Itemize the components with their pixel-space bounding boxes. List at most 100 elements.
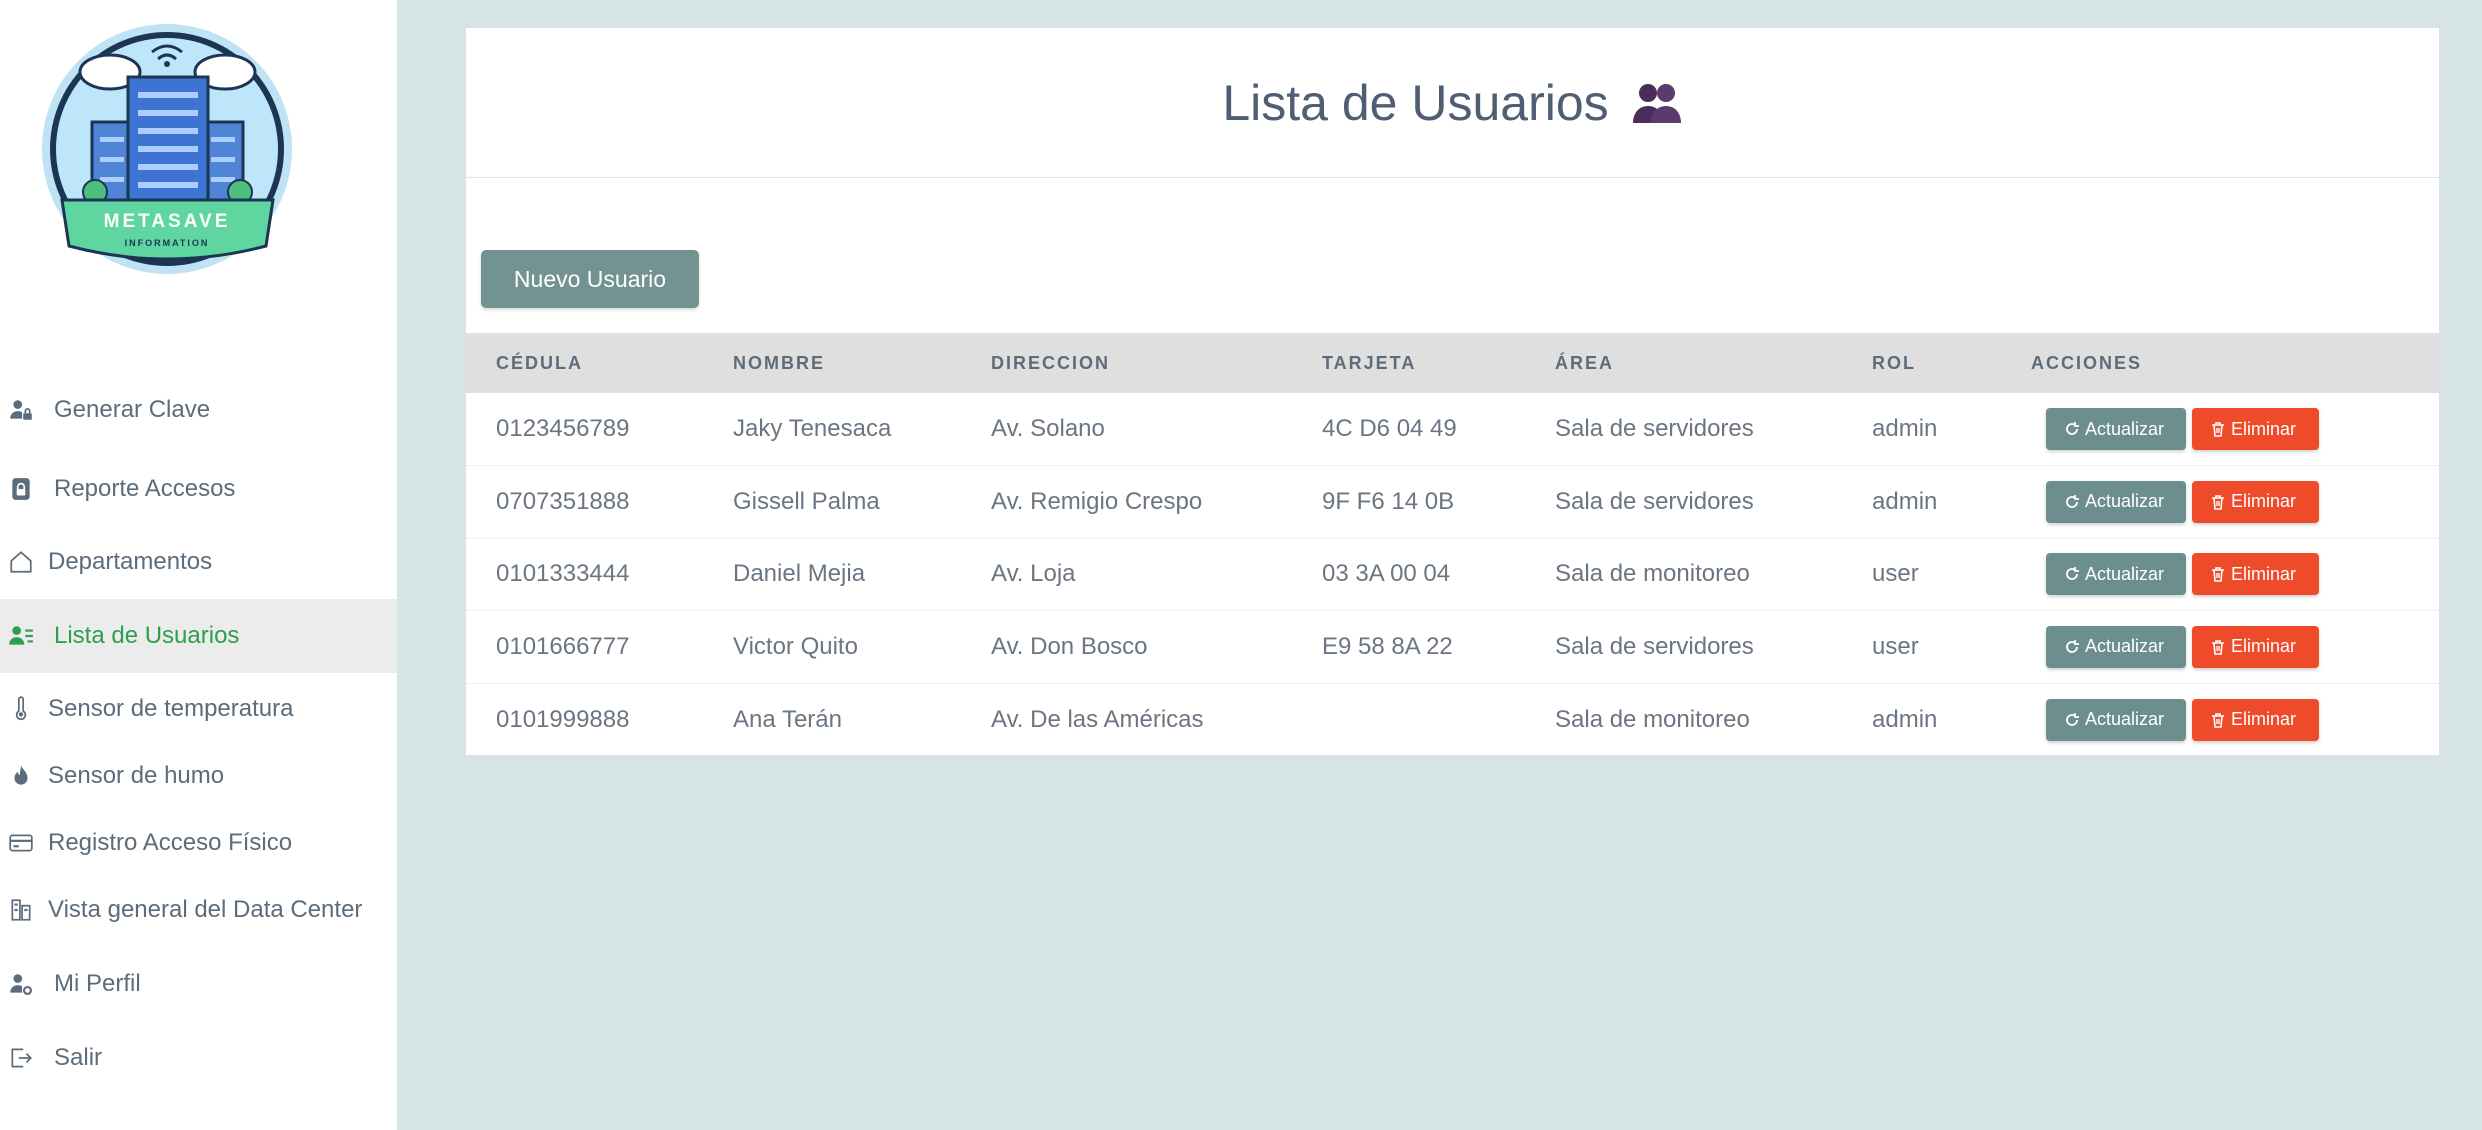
table-row: 0707351888 Gissell Palma Av. Remigio Cre… — [466, 466, 2439, 538]
sidebar-item-lista-de-usuarios[interactable]: Lista de Usuarios — [0, 599, 397, 673]
user-list-icon — [6, 621, 36, 651]
sidebar-item-registro-acceso-fisico[interactable]: Registro Acceso Físico — [0, 806, 397, 880]
cell-nombre: Jaky Tenesaca — [733, 415, 892, 442]
update-label: Actualizar — [2085, 563, 2165, 584]
trash-icon — [2212, 567, 2224, 583]
sidebar-item-sensor-humo[interactable]: Sensor de humo — [0, 739, 397, 813]
cell-rol: user — [1872, 632, 1919, 660]
building-icon — [6, 895, 36, 925]
update-button[interactable]: Actualizar — [2046, 698, 2186, 741]
cell-acciones: Actualizar Eliminar — [2031, 611, 2439, 684]
cell-rol: admin — [1872, 487, 1938, 515]
delete-label: Eliminar — [2231, 709, 2297, 729]
sidebar-item-salir[interactable]: Salir — [0, 1021, 397, 1095]
sidebar-item-label: Lista de Usuarios — [54, 622, 240, 649]
table-row: 0123456789 Jaky Tenesaca Av. Solano 4C D… — [466, 393, 2439, 466]
delete-button[interactable]: Eliminar — [2192, 698, 2319, 741]
table-row: 0101333444 Daniel Mejia Av. Loja 03 3A 0… — [466, 538, 2439, 611]
new-user-button[interactable]: Nuevo Usuario — [481, 250, 699, 308]
cell-direccion: Av. Remigio Crespo — [991, 487, 1203, 515]
delete-button[interactable]: Eliminar — [2192, 553, 2319, 596]
cell-direccion: Av. De las Américas — [991, 705, 1204, 733]
column-header: ACCIONES — [2031, 352, 2143, 373]
column-header: DIRECCION — [991, 352, 1111, 373]
column-header: ÁREA — [1555, 352, 1615, 373]
thermometer-icon — [6, 694, 36, 724]
update-label: Actualizar — [2085, 709, 2165, 729]
sidebar-item-departamentos[interactable]: Departamentos — [0, 525, 397, 599]
sidebar-item-label: Reporte Accesos — [54, 475, 236, 502]
cell-tarjeta: E9 58 8A 22 — [1322, 632, 1453, 660]
update-button[interactable]: Actualizar — [2046, 480, 2186, 523]
users-card: Lista de Usuarios Nuevo Usuario CÉDULA N… — [466, 28, 2439, 755]
sidebar-item-mi-perfil[interactable]: Mi Perfil — [0, 947, 397, 1021]
column-header: ROL — [1872, 352, 1916, 373]
fire-icon — [6, 761, 36, 791]
cell-area: Sala de monitoreo — [1555, 705, 1750, 733]
delete-label: Eliminar — [2231, 636, 2297, 657]
delete-label: Eliminar — [2231, 491, 2297, 512]
cell-rol: admin — [1872, 415, 1938, 442]
sidebar-item-reporte-accesos[interactable]: Reporte Accesos — [0, 452, 397, 526]
user-lock-icon — [6, 395, 36, 425]
cell-acciones: Actualizar Eliminar — [2031, 683, 2439, 756]
sidebar-item-label: Departamentos — [48, 548, 213, 575]
sidebar: METASAVE INFORMATION Generar Clave Repor… — [0, 0, 397, 1130]
cell-tarjeta: 03 3A 00 04 — [1322, 560, 1451, 588]
delete-label: Eliminar — [2231, 418, 2297, 439]
sidebar-item-label: Mi Perfil — [54, 970, 141, 997]
cell-cedula: 0123456789 — [496, 415, 630, 442]
card-icon — [6, 828, 36, 858]
refresh-icon — [2066, 639, 2079, 653]
column-header: TARJETA — [1322, 352, 1417, 373]
update-button[interactable]: Actualizar — [2046, 625, 2186, 668]
metasave-logo: METASAVE INFORMATION — [40, 22, 295, 277]
cell-direccion: Av. Loja — [991, 560, 1076, 588]
cell-area: Sala de servidores — [1555, 487, 1754, 515]
cell-rol: admin — [1872, 705, 1938, 733]
delete-label: Eliminar — [2231, 563, 2297, 584]
cell-acciones: Actualizar Eliminar — [2031, 393, 2439, 466]
cell-nombre: Ana Terán — [733, 705, 842, 733]
update-label: Actualizar — [2085, 491, 2165, 512]
table-row: 0101666777 Victor Quito Av. Don Bosco E9… — [466, 611, 2439, 684]
trash-icon — [2212, 494, 2224, 510]
delete-button[interactable]: Eliminar — [2192, 408, 2319, 450]
sidebar-item-label: Vista general del Data Center — [48, 896, 363, 923]
cell-cedula: 0101999888 — [496, 705, 630, 733]
table-row: 0101999888 Ana Terán Av. De las Américas… — [466, 683, 2439, 756]
cell-nombre: Daniel Mejia — [733, 560, 866, 588]
refresh-icon — [2066, 567, 2079, 581]
delete-button[interactable]: Eliminar — [2192, 625, 2319, 668]
cell-cedula: 0101333444 — [496, 560, 630, 588]
cell-tarjeta: 4C D6 04 49 — [1322, 415, 1457, 442]
cell-rol: user — [1872, 560, 1919, 588]
lock-icon — [6, 474, 36, 504]
page-title: Lista de Usuarios — [1222, 74, 1609, 131]
sidebar-item-sensor-temperatura[interactable]: Sensor de temperatura — [0, 672, 397, 746]
cell-tarjeta — [1322, 683, 1555, 756]
user-gear-icon — [6, 969, 36, 999]
sidebar-item-label: Sensor de humo — [48, 762, 225, 789]
trash-icon — [2212, 639, 2224, 655]
sidebar-item-generar-clave[interactable]: Generar Clave — [0, 373, 397, 447]
refresh-icon — [2066, 712, 2079, 726]
sidebar-item-label: Sensor de temperatura — [48, 695, 294, 722]
logout-icon — [6, 1043, 36, 1073]
users-table: CÉDULA NOMBRE DIRECCION TARJETA ÁREA ROL… — [466, 333, 2439, 756]
home-icon — [6, 547, 36, 577]
update-button[interactable]: Actualizar — [2046, 408, 2186, 450]
update-label: Actualizar — [2085, 636, 2165, 657]
refresh-icon — [2066, 422, 2079, 435]
trash-icon — [2212, 712, 2224, 728]
cell-direccion: Av. Don Bosco — [991, 632, 1148, 660]
sidebar-item-vista-data-center[interactable]: Vista general del Data Center — [0, 873, 397, 947]
update-label: Actualizar — [2085, 418, 2165, 439]
table-header-row: CÉDULA NOMBRE DIRECCION TARJETA ÁREA ROL… — [466, 333, 2439, 393]
delete-button[interactable]: Eliminar — [2192, 480, 2319, 523]
update-button[interactable]: Actualizar — [2046, 553, 2186, 596]
cell-tarjeta: 9F F6 14 0B — [1322, 487, 1455, 515]
users-icon — [1631, 81, 1683, 125]
cell-nombre: Victor Quito — [733, 632, 858, 660]
column-header: NOMBRE — [733, 352, 825, 373]
